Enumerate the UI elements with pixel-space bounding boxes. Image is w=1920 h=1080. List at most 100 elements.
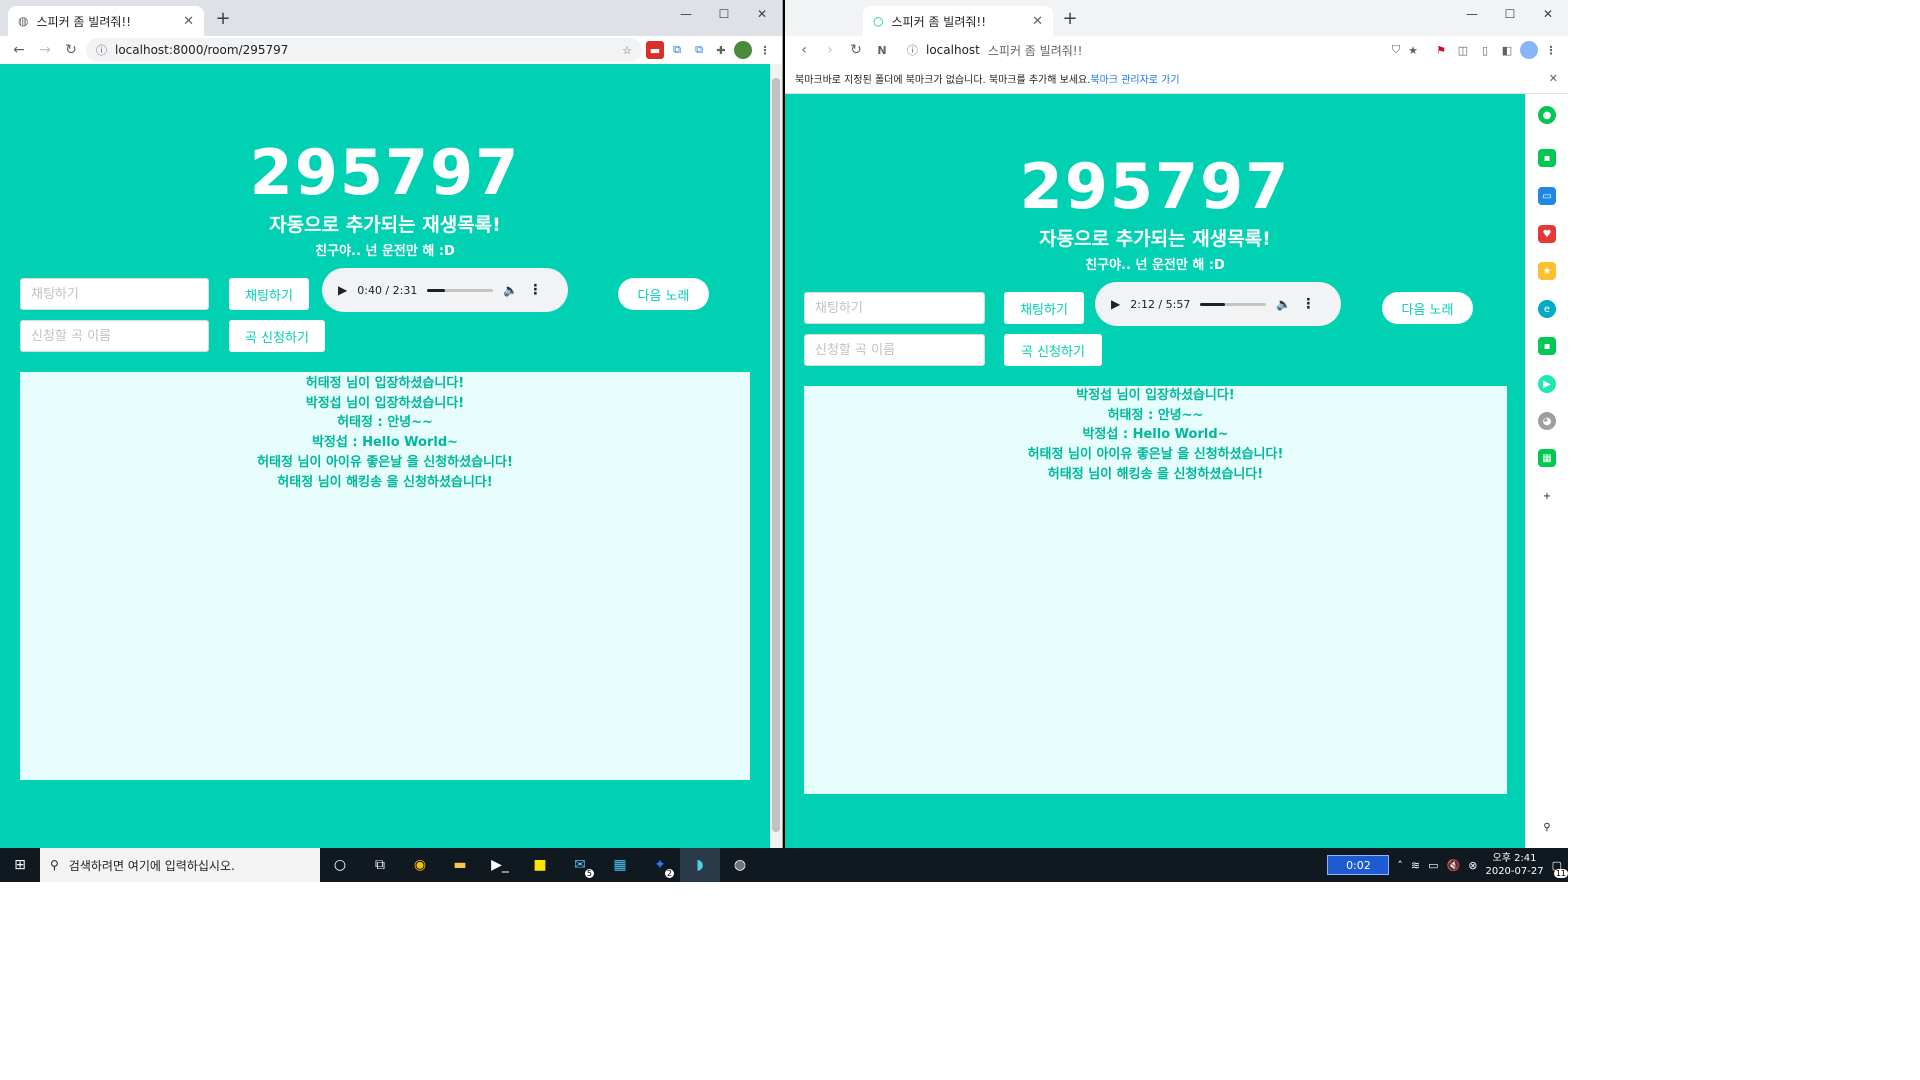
next-song-button[interactable]: 다음 노래: [1382, 292, 1473, 324]
network-icon[interactable]: ≋: [1411, 859, 1420, 872]
minimize-icon[interactable]: —: [1453, 2, 1491, 26]
sidebar-whale-icon[interactable]: ◕: [1538, 412, 1556, 430]
mouse-app-icon[interactable]: ◍: [720, 848, 760, 882]
recording-timer[interactable]: 0:02: [1327, 855, 1390, 875]
info-icon[interactable]: ⓘ: [96, 42, 107, 58]
forward-icon[interactable]: ›: [819, 39, 841, 61]
menu-kebab-icon[interactable]: ⋮: [1542, 41, 1560, 59]
messenger-icon[interactable]: ✦ 2: [640, 848, 680, 882]
sidebar-star-icon[interactable]: ★: [1538, 262, 1556, 280]
address-bar[interactable]: ⓘ localhost:8000/room/295797 ☆: [86, 38, 642, 62]
volume-muted-icon[interactable]: 🔇: [1447, 859, 1461, 872]
vertical-scrollbar[interactable]: [770, 64, 782, 848]
profile-avatar[interactable]: [1520, 41, 1538, 59]
chat-input-field[interactable]: [31, 286, 198, 302]
reader-icon[interactable]: ▯: [1476, 41, 1494, 59]
more-options-icon[interactable]: ⋮: [528, 282, 542, 298]
bookmark-manager-link[interactable]: 북마크 관리자로 가기: [1090, 71, 1179, 86]
chat-input[interactable]: [804, 292, 985, 324]
flag-icon[interactable]: ⚑: [1432, 41, 1450, 59]
task-view-icon[interactable]: ⧉: [360, 848, 400, 882]
notification-icon[interactable]: ▢ 11: [1552, 859, 1568, 878]
song-request-input[interactable]: [20, 320, 209, 352]
new-tab-button[interactable]: +: [1059, 8, 1081, 29]
play-icon[interactable]: ▶: [1111, 297, 1120, 311]
minimize-icon[interactable]: —: [667, 2, 705, 26]
back-icon[interactable]: ‹: [793, 39, 815, 61]
song-request-field[interactable]: [31, 328, 198, 344]
extension-translate2-icon[interactable]: ⧉: [690, 41, 708, 59]
tab-active[interactable]: ◍ 스피커 좀 빌려줘!! ✕: [8, 6, 204, 36]
song-request-button[interactable]: 곡 신청하기: [229, 320, 325, 352]
cortana-icon[interactable]: ○: [320, 848, 360, 882]
song-request-button[interactable]: 곡 신청하기: [1004, 334, 1102, 366]
profile-avatar[interactable]: [734, 41, 752, 59]
tab-active[interactable]: ○ 스피커 좀 빌려줘!! ✕: [863, 6, 1053, 36]
sidebar-chat-icon[interactable]: ▪: [1538, 149, 1556, 167]
calendar-icon[interactable]: ▦: [600, 848, 640, 882]
audio-player[interactable]: ▶ 2:12 / 5:57 🔈 ⋮: [1095, 282, 1341, 326]
sidebar-play-icon[interactable]: ▶: [1538, 375, 1556, 393]
windows-start-icon[interactable]: ⊞: [0, 848, 40, 882]
maximize-icon[interactable]: ☐: [705, 2, 743, 26]
menu-kebab-icon[interactable]: ⋮: [756, 41, 774, 59]
sidebar-green-circle-icon[interactable]: ●: [1538, 106, 1556, 124]
maximize-icon[interactable]: ☐: [1491, 2, 1529, 26]
new-tab-button[interactable]: +: [212, 8, 234, 29]
address-bar[interactable]: ⓘ localhost 스피커 좀 빌려줘!! ⛉ ★: [897, 38, 1428, 62]
chat-button[interactable]: 채팅하기: [1004, 292, 1084, 324]
volume-icon[interactable]: 🔈: [503, 283, 518, 297]
play-icon[interactable]: ▶: [338, 283, 347, 297]
close-icon[interactable]: ✕: [1529, 2, 1567, 26]
sidebar-add-icon[interactable]: +: [1538, 487, 1556, 505]
forward-icon[interactable]: →: [34, 39, 56, 61]
battery-icon[interactable]: ▭: [1428, 859, 1438, 872]
chrome-taskbar-icon[interactable]: ◉: [400, 848, 440, 882]
audio-seek-bar[interactable]: [1200, 302, 1267, 306]
tray-app-icon[interactable]: ⊗: [1468, 859, 1477, 872]
close-icon[interactable]: ✕: [743, 2, 781, 26]
reload-icon[interactable]: ↻: [845, 39, 867, 61]
camera-icon[interactable]: ◫: [1454, 41, 1472, 59]
info-icon[interactable]: ⓘ: [907, 42, 918, 58]
sidebar-edge-icon[interactable]: e: [1538, 300, 1556, 318]
song-request-input[interactable]: [804, 334, 985, 366]
tray-chevron-icon[interactable]: ˄: [1397, 859, 1403, 872]
chat-input[interactable]: [20, 278, 209, 310]
taskbar-search[interactable]: ⚲ 검색하려면 여기에 입력하십시오.: [40, 848, 320, 882]
mail-icon[interactable]: ✉ 5: [560, 848, 600, 882]
extension-red-icon[interactable]: ▬: [646, 41, 664, 59]
back-icon[interactable]: ←: [8, 39, 30, 61]
volume-icon[interactable]: 🔈: [1276, 297, 1291, 311]
song-request-field[interactable]: [815, 342, 974, 358]
kakaotalk-icon[interactable]: ■: [520, 848, 560, 882]
tab-close-icon[interactable]: ✕: [1032, 14, 1043, 29]
extensions-puzzle-icon[interactable]: ✚: [712, 41, 730, 59]
chat-message: 박정섭 님이 입장하셨습니다!: [305, 395, 465, 411]
chat-button[interactable]: 채팅하기: [229, 278, 309, 310]
bookmark-bar-close-icon[interactable]: ✕: [1549, 72, 1558, 85]
split-view-icon[interactable]: ◧: [1498, 41, 1516, 59]
chat-input-field[interactable]: [815, 300, 974, 316]
more-options-icon[interactable]: ⋮: [1301, 296, 1315, 312]
audio-seek-bar[interactable]: [427, 288, 494, 292]
star-icon[interactable]: ☆: [622, 44, 632, 57]
sidebar-box-icon[interactable]: ▭: [1538, 187, 1556, 205]
whale-taskbar-icon[interactable]: ◗: [680, 848, 720, 882]
clock[interactable]: 오후 2:41 2020-07-27: [1485, 852, 1543, 878]
star-icon[interactable]: ★: [1408, 44, 1418, 57]
scroll-thumb[interactable]: [772, 78, 780, 832]
sidebar-pin-icon[interactable]: ⚲: [1538, 818, 1556, 836]
naver-n-icon[interactable]: N: [871, 39, 893, 61]
sidebar-pocket-icon[interactable]: ♥: [1538, 225, 1556, 243]
tab-close-icon[interactable]: ✕: [183, 14, 194, 29]
reload-icon[interactable]: ↻: [60, 39, 82, 61]
terminal-icon[interactable]: ▶_: [480, 848, 520, 882]
extension-translate-icon[interactable]: ⧉: [668, 41, 686, 59]
sidebar-calendar-icon[interactable]: ▦: [1538, 449, 1556, 467]
sidebar-naver-icon[interactable]: ▪: [1538, 337, 1556, 355]
file-explorer-icon[interactable]: ▬: [440, 848, 480, 882]
next-song-button[interactable]: 다음 노래: [618, 278, 709, 310]
audio-player[interactable]: ▶ 0:40 / 2:31 🔈 ⋮: [322, 268, 568, 312]
shield-icon[interactable]: ⛉: [1392, 43, 1400, 57]
